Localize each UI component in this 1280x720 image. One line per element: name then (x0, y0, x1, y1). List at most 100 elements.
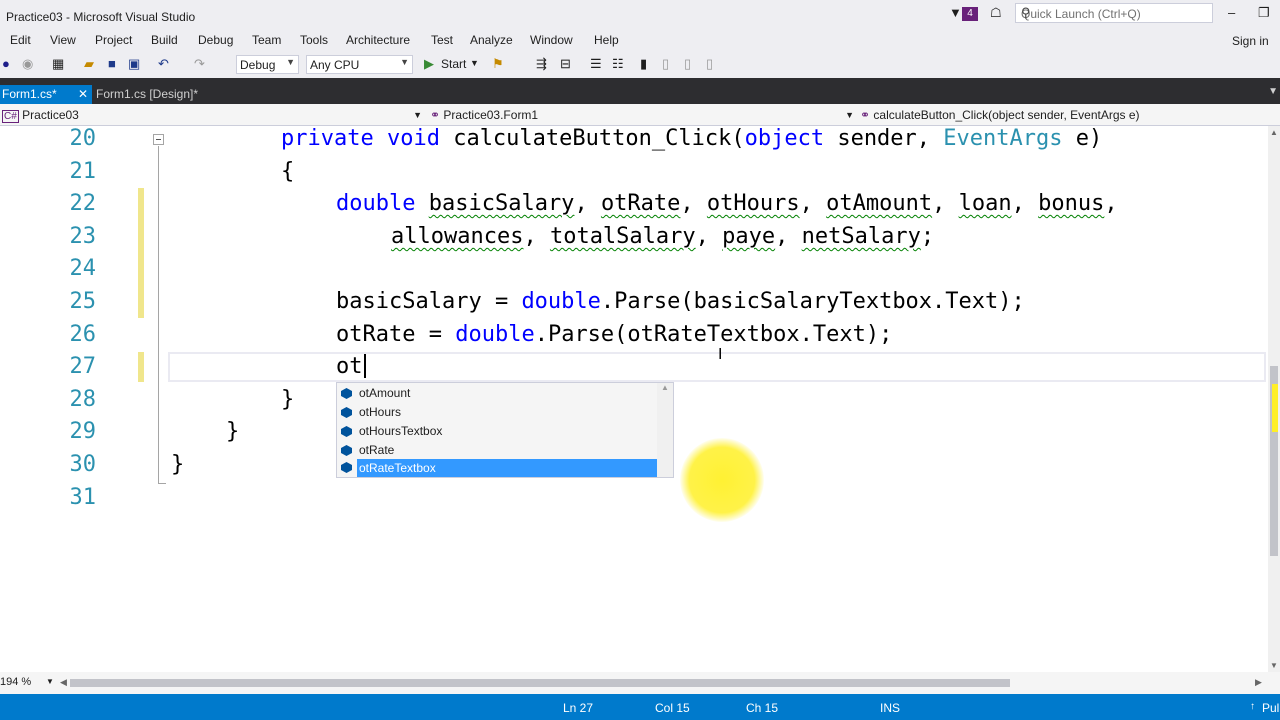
code-line-27[interactable]: ot (336, 354, 363, 379)
line-number: 23 (69, 224, 97, 249)
undo-icon[interactable]: ↶ (158, 56, 169, 72)
menu-window[interactable]: Window (530, 33, 573, 47)
save-icon[interactable]: ■ (108, 56, 116, 71)
code-line-30[interactable]: } (171, 452, 184, 477)
intellisense-item-selected[interactable]: otRateTextbox (357, 459, 657, 477)
prev-bookmark-icon[interactable]: ▯ (662, 56, 669, 72)
comment-icon[interactable]: ☰ (590, 56, 602, 72)
code-line-25[interactable]: basicSalary = double.Parse(basicSalaryTe… (336, 289, 1025, 314)
back-icon[interactable]: ● (2, 56, 10, 71)
field-icon (341, 443, 352, 456)
uncomment-icon[interactable]: ☷ (612, 56, 624, 72)
code-line-21[interactable]: { (281, 159, 294, 184)
tab-form1-design[interactable]: Form1.cs [Design]* (94, 85, 238, 104)
code-line-26[interactable]: otRate = double.Parse(otRateTextbox.Text… (336, 322, 892, 347)
publish-icon[interactable]: ↑ (1250, 701, 1255, 712)
line-number: 30 (69, 452, 97, 477)
search-icon[interactable]: ⚲ (1021, 5, 1207, 21)
class-select[interactable]: ⚭ Practice03.Form1 ▼ (430, 106, 854, 124)
vertical-scrollbar[interactable]: ▲ ▼ (1268, 126, 1280, 672)
code-line-28[interactable]: } (281, 387, 294, 412)
forward-icon[interactable]: ◉ (22, 56, 33, 72)
line-number: 22 (69, 191, 97, 216)
scroll-up-icon[interactable]: ▲ (1270, 128, 1278, 137)
filter-icon[interactable]: ▼ (949, 5, 962, 20)
platform-select[interactable]: Any CPU ▼ (306, 55, 413, 74)
status-publish[interactable]: Pul (1262, 701, 1279, 715)
project-select[interactable]: C# Practice03 ▼ (2, 106, 422, 124)
configuration-select[interactable]: Debug ▼ (236, 55, 299, 74)
line-number: 31 (69, 485, 97, 510)
menu-view[interactable]: View (50, 33, 76, 47)
menu-bar: Edit View Project Build Debug Team Tools… (0, 30, 1280, 52)
class-value: Practice03.Form1 (443, 108, 539, 122)
start-icon[interactable]: ▶ (424, 56, 434, 72)
find-icon[interactable]: ⚑ (492, 56, 504, 72)
chevron-down-icon: ▼ (413, 110, 422, 120)
platform-value: Any CPU (310, 58, 360, 72)
intellisense-item[interactable]: otRate (337, 441, 657, 459)
collapse-icon[interactable] (153, 134, 164, 145)
minimize-icon[interactable]: – (1228, 5, 1235, 20)
menu-build[interactable]: Build (151, 33, 178, 47)
menu-analyze[interactable]: Analyze (470, 33, 513, 47)
chevron-down-icon[interactable]: ▼ (470, 58, 479, 68)
code-line-20[interactable]: private void calculateButton_Click(objec… (281, 126, 1102, 151)
chevron-down-icon: ▼ (46, 677, 54, 686)
menu-debug[interactable]: Debug (198, 33, 233, 47)
menu-team[interactable]: Team (252, 33, 281, 47)
feedback-icon[interactable]: ☖ (990, 5, 1002, 21)
field-icon (341, 386, 352, 399)
scroll-marker (1272, 384, 1278, 432)
scroll-thumb[interactable] (70, 679, 1010, 687)
tab-label: Form1.cs* (2, 87, 57, 101)
navigation-bar: C# Practice03 ▼ ⚭ Practice03.Form1 ▼ ⚭ c… (0, 104, 1280, 126)
menu-test[interactable]: Test (431, 33, 453, 47)
menu-tools[interactable]: Tools (300, 33, 328, 47)
member-select[interactable]: ⚭ calculateButton_Click(object sender, E… (860, 106, 1280, 124)
intellisense-item[interactable]: otHours (337, 403, 657, 421)
intellisense-scrollbar[interactable]: ▲ (657, 383, 673, 477)
quick-launch-input[interactable]: Quick Launch (Ctrl+Q) ⚲ (1015, 3, 1213, 23)
align-icon[interactable]: ⇶ (536, 56, 547, 72)
horizontal-scrollbar[interactable]: 194 % ▼ ◀ ▶ (0, 672, 1280, 694)
intellisense-list[interactable]: otAmount otHours otHoursTextbox otRate o… (336, 382, 674, 478)
status-line[interactable]: Ln 27 (563, 701, 593, 715)
status-mode[interactable]: INS (880, 701, 900, 715)
layout-icon[interactable]: ⊟ (560, 56, 571, 72)
menu-architecture[interactable]: Architecture (346, 33, 410, 47)
code-line-29[interactable]: } (226, 419, 239, 444)
status-char[interactable]: Ch 15 (746, 701, 778, 715)
next-bookmark-icon[interactable]: ▯ (684, 56, 691, 72)
notification-badge[interactable]: 4 (962, 7, 978, 21)
menu-help[interactable]: Help (594, 33, 619, 47)
scroll-down-icon[interactable]: ▼ (1270, 661, 1278, 670)
bookmark-icon[interactable]: ▮ (640, 56, 647, 72)
zoom-select[interactable]: 194 % ▼ (0, 676, 55, 691)
intellisense-item[interactable]: otHoursTextbox (337, 422, 657, 440)
scroll-left-icon[interactable]: ◀ (60, 677, 67, 688)
tab-form1-cs[interactable]: Form1.cs* ✕ (0, 85, 92, 104)
restore-icon[interactable]: ❐ (1258, 5, 1270, 21)
new-project-icon[interactable]: ▦ (52, 56, 64, 72)
intellisense-item[interactable]: otAmount (337, 384, 657, 402)
start-button[interactable]: Start (441, 57, 466, 71)
clear-bookmarks-icon[interactable]: ▯ (706, 56, 713, 72)
status-column[interactable]: Col 15 (655, 701, 690, 715)
save-all-icon[interactable]: ▣ (128, 56, 140, 72)
code-line-22[interactable]: double basicSalary, otRate, otHours, otA… (336, 191, 1118, 216)
open-file-icon[interactable]: ▰ (84, 56, 94, 72)
sign-in-link[interactable]: Sign in (1232, 34, 1269, 48)
chevron-down-icon: ▼ (286, 57, 295, 67)
menu-project[interactable]: Project (95, 33, 132, 47)
line-number: 25 (69, 289, 97, 314)
scroll-up-icon[interactable]: ▲ (661, 383, 669, 392)
scroll-right-icon[interactable]: ▶ (1255, 677, 1262, 688)
outline-end (158, 483, 166, 484)
code-line-23[interactable]: allowances, totalSalary, paye, netSalary… (391, 224, 934, 249)
line-number: 27 (69, 354, 97, 379)
chevron-down-icon[interactable]: ▼ (1268, 86, 1278, 97)
redo-icon[interactable]: ↷ (194, 56, 205, 72)
close-icon[interactable]: ✕ (78, 85, 88, 104)
menu-edit[interactable]: Edit (10, 33, 31, 47)
